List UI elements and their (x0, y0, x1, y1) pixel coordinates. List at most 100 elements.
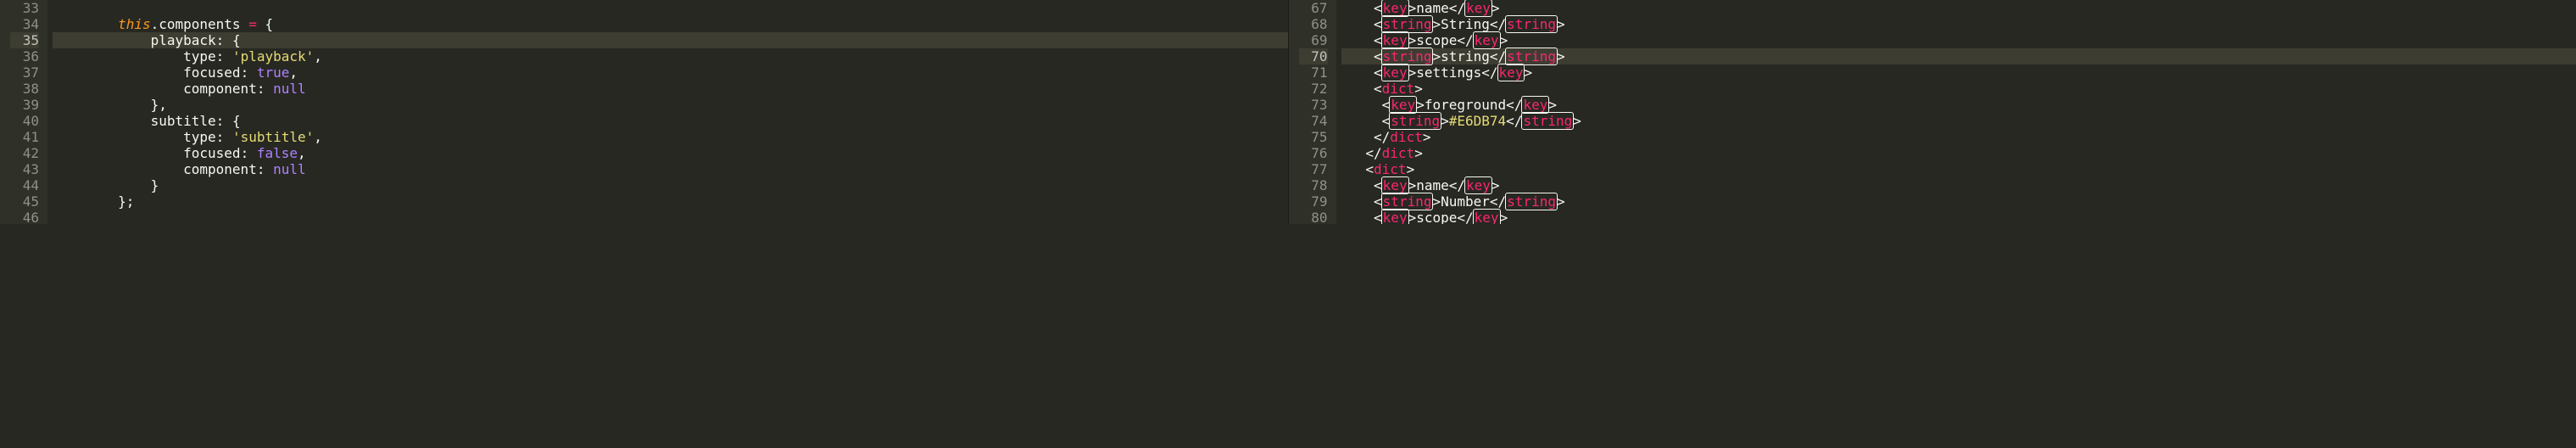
xml-text: name (1416, 0, 1449, 16)
line-number[interactable]: 68 (1299, 16, 1328, 32)
line-number[interactable]: 75 (1299, 129, 1328, 145)
line-number[interactable]: 67 (1299, 0, 1328, 16)
code-line[interactable]: subtitle: { (53, 113, 1288, 129)
line-number[interactable]: 39 (10, 97, 39, 113)
line-number[interactable]: 78 (1299, 177, 1328, 193)
token: type (183, 129, 216, 145)
token: components (159, 16, 240, 32)
left-code[interactable]: this.components = {playback: {type: 'pla… (47, 0, 1288, 224)
token: { (265, 16, 273, 32)
line-number[interactable]: 77 (1299, 161, 1328, 177)
xml-bracket: > (1408, 210, 1417, 224)
token (224, 48, 232, 64)
code-line[interactable]: focused: true, (53, 64, 1288, 81)
code-line[interactable]: <key>settings</key> (1341, 64, 2576, 81)
code-line[interactable]: <string>String</string> (1341, 16, 2576, 32)
line-number[interactable]: 74 (1299, 113, 1328, 129)
line-number[interactable]: 46 (10, 210, 39, 224)
xml-bracket: > (1500, 210, 1508, 224)
xml-bracket: </ (1506, 113, 1522, 129)
xml-bracket: > (1432, 193, 1441, 210)
left-pane: 333435363738394041424344454647 this.comp… (0, 0, 1289, 224)
right-pane: 6768697071727374757677787980 <key>name</… (1289, 0, 2576, 224)
xml-bracket: < (1374, 81, 1382, 97)
code-line[interactable]: playback: { (53, 32, 1288, 48)
code-line[interactable]: <string>string</string> (1341, 48, 2576, 64)
xml-bracket: </ (1449, 0, 1465, 16)
token: 'playback' (232, 48, 314, 64)
token (224, 32, 232, 48)
code-line[interactable]: <dict> (1341, 81, 2576, 97)
line-number[interactable]: 35 (10, 32, 39, 48)
line-number[interactable]: 37 (10, 64, 39, 81)
xml-tag: key (1389, 96, 1417, 114)
line-number[interactable]: 38 (10, 81, 39, 97)
code-line[interactable]: }, (53, 97, 1288, 113)
xml-tag: key (1521, 96, 1549, 114)
code-line[interactable]: <key>scope</key> (1341, 32, 2576, 48)
code-line[interactable]: <key>foreground</key> (1341, 97, 2576, 113)
editor-split: 333435363738394041424344454647 this.comp… (0, 0, 2576, 224)
code-line[interactable]: focused: false, (53, 145, 1288, 161)
line-number[interactable]: 71 (1299, 64, 1328, 81)
line-number[interactable]: 80 (1299, 210, 1328, 224)
code-line[interactable] (53, 0, 1288, 16)
xml-bracket: > (1432, 16, 1441, 32)
line-number[interactable]: 36 (10, 48, 39, 64)
token: focused (183, 64, 240, 81)
line-number[interactable]: 43 (10, 161, 39, 177)
code-line[interactable]: <key>scope</key> (1341, 210, 2576, 224)
token (265, 161, 273, 177)
code-line[interactable]: }; (53, 193, 1288, 210)
xml-bracket: </ (1457, 32, 1473, 48)
line-number[interactable]: 70 (1299, 48, 1328, 64)
right-gutter[interactable]: 6768697071727374757677787980 (1289, 0, 1336, 224)
token: component (183, 81, 257, 97)
left-gutter[interactable]: 333435363738394041424344454647 (0, 0, 47, 224)
code-line[interactable]: </dict> (1341, 145, 2576, 161)
xml-bracket: > (1548, 97, 1557, 113)
code-line[interactable]: <string>Number</string> (1341, 193, 2576, 210)
code-line[interactable]: <key>name</key> (1341, 0, 2576, 16)
code-line[interactable]: </dict> (1341, 129, 2576, 145)
xml-text: settings (1416, 64, 1481, 81)
right-code[interactable]: <key>name</key><string>String</string><k… (1336, 0, 2576, 224)
xml-tag: string (1381, 15, 1434, 33)
code-line[interactable]: <key>name</key> (1341, 177, 2576, 193)
code-line[interactable]: component: null (53, 81, 1288, 97)
token: playback (151, 32, 216, 48)
code-line[interactable]: <string>#E6DB74</string> (1341, 113, 2576, 129)
line-number[interactable]: 45 (10, 193, 39, 210)
token: }, (151, 97, 167, 113)
code-line[interactable]: <dict> (1341, 161, 2576, 177)
token: = (248, 16, 257, 32)
line-number[interactable]: 69 (1299, 32, 1328, 48)
token: . (151, 16, 159, 32)
code-line[interactable]: type: 'playback', (53, 48, 1288, 64)
xml-bracket: > (1492, 0, 1500, 16)
line-number[interactable]: 76 (1299, 145, 1328, 161)
xml-tag: key (1381, 64, 1409, 81)
code-line[interactable]: this.components = { (53, 16, 1288, 32)
xml-bracket: </ (1490, 16, 1506, 32)
line-number[interactable]: 34 (10, 16, 39, 32)
line-number[interactable]: 72 (1299, 81, 1328, 97)
xml-text: #E6DB74 (1449, 113, 1506, 129)
line-number[interactable]: 79 (1299, 193, 1328, 210)
line-number[interactable]: 42 (10, 145, 39, 161)
code-line[interactable] (53, 210, 1288, 224)
line-number[interactable]: 40 (10, 113, 39, 129)
code-line[interactable]: component: null (53, 161, 1288, 177)
xml-tag: dict (1382, 81, 1415, 97)
line-number[interactable]: 33 (10, 0, 39, 16)
xml-bracket: > (1557, 48, 1565, 64)
code-line[interactable]: } (53, 177, 1288, 193)
line-number[interactable]: 73 (1299, 97, 1328, 113)
line-number[interactable]: 44 (10, 177, 39, 193)
xml-tag: key (1473, 31, 1501, 49)
xml-bracket: </ (1457, 210, 1473, 224)
xml-tag: key (1473, 209, 1501, 224)
code-line[interactable]: type: 'subtitle', (53, 129, 1288, 145)
line-number[interactable]: 41 (10, 129, 39, 145)
token: type (183, 48, 216, 64)
